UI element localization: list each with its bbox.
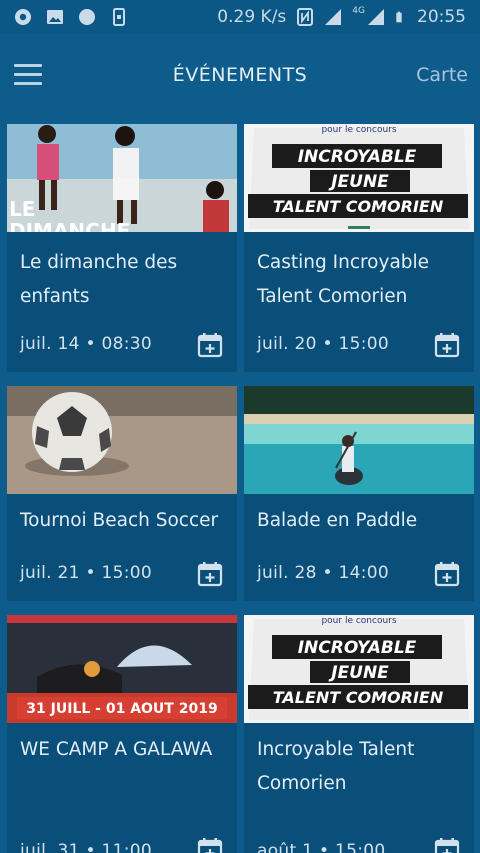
talent-poster-image: pour le concours INCROYABLE JEUNE TALENT… <box>244 124 474 232</box>
event-thumbnail: 31 JUILL - 01 AOUT 2019 <box>7 615 237 723</box>
nfc-icon <box>297 8 314 26</box>
poster-line: JEUNE <box>328 172 389 192</box>
event-card[interactable]: Tournoi Beach Soccer juil. 21 • 15:00 <box>7 386 237 601</box>
add-to-calendar-icon[interactable] <box>434 332 460 358</box>
talent-poster-image: pour le concours INCROYABLE JEUNE TALENT… <box>244 615 474 723</box>
app-bar: ÉVÉNEMENTS Carte <box>0 34 480 118</box>
network-type: 4G <box>352 6 365 16</box>
event-card[interactable]: LE DIMANCHE Le dimanche des enfants juil… <box>7 124 237 372</box>
event-title: Incroyable Talent Comorien <box>257 739 415 794</box>
event-title: Balade en Paddle <box>257 510 418 531</box>
camp-banner-text: 31 JUILL - 01 AOUT 2019 <box>26 701 217 717</box>
signal-icon <box>368 9 384 25</box>
poster-line: INCROYABLE <box>298 147 417 167</box>
chrome-icon <box>15 9 31 25</box>
events-grid: LE DIMANCHE Le dimanche des enfants juil… <box>7 124 474 853</box>
globe-icon <box>79 9 95 25</box>
event-card[interactable]: Balade en Paddle juil. 28 • 14:00 <box>244 386 474 601</box>
poster-line: JEUNE <box>328 663 389 683</box>
event-thumbnail: pour le concours INCROYABLE JEUNE TALENT… <box>244 615 474 723</box>
event-title: Tournoi Beach Soccer <box>20 510 219 531</box>
network-speed: 0.29 K/s <box>217 7 287 27</box>
add-to-calendar-icon[interactable] <box>434 561 460 587</box>
event-card[interactable]: 31 JUILL - 01 AOUT 2019 WE CAMP A GALAWA… <box>7 615 237 853</box>
add-to-calendar-icon[interactable] <box>197 561 223 587</box>
poster-top-text: pour le concours <box>321 616 396 626</box>
event-date: juil. 28 • 14:00 <box>257 563 390 583</box>
beach-kids-image: LE DIMANCHE <box>7 124 237 232</box>
poster-line: INCROYABLE <box>298 638 417 658</box>
poster-line: TALENT COMORIEN <box>273 197 444 216</box>
event-title: Casting Incroyable Talent Comorien <box>257 252 430 307</box>
event-date: juil. 31 • 11:00 <box>20 841 153 853</box>
battery-icon <box>396 11 402 23</box>
event-title: Le dimanche des enfants <box>20 252 178 307</box>
event-date: août 1 • 15:00 <box>257 841 386 853</box>
add-to-calendar-icon[interactable] <box>197 837 223 853</box>
event-thumbnail <box>244 386 474 494</box>
event-thumbnail: pour le concours INCROYABLE JEUNE TALENT… <box>244 124 474 232</box>
page-title: ÉVÉNEMENTS <box>172 64 308 86</box>
beach-overlay-text: DIMANCHE <box>9 219 130 232</box>
event-date: juil. 21 • 15:00 <box>20 563 153 583</box>
event-title: WE CAMP A GALAWA <box>20 739 213 760</box>
add-to-calendar-icon[interactable] <box>434 837 460 853</box>
clock: 20:55 <box>417 7 466 27</box>
add-to-calendar-icon[interactable] <box>197 332 223 358</box>
camping-image: 31 JUILL - 01 AOUT 2019 <box>7 615 237 723</box>
phone-icon <box>113 8 125 26</box>
event-date: juil. 14 • 08:30 <box>20 334 153 354</box>
status-bar: 0.29 K/s 4G 20:55 <box>0 0 480 34</box>
beach-overlay-text: LE <box>9 197 35 221</box>
soccer-ball-image <box>7 386 237 494</box>
poster-line: TALENT COMORIEN <box>273 688 444 707</box>
event-thumbnail <box>7 386 237 494</box>
event-card[interactable]: pour le concours INCROYABLE JEUNE TALENT… <box>244 615 474 853</box>
image-icon <box>47 10 63 24</box>
map-button[interactable]: Carte <box>416 64 468 86</box>
event-card[interactable]: pour le concours INCROYABLE JEUNE TALENT… <box>244 124 474 372</box>
event-thumbnail: LE DIMANCHE <box>7 124 237 232</box>
signal-icon <box>325 9 342 25</box>
poster-top-text: pour le concours <box>321 125 396 135</box>
event-date: juil. 20 • 15:00 <box>257 334 390 354</box>
paddle-sea-image <box>244 386 474 494</box>
